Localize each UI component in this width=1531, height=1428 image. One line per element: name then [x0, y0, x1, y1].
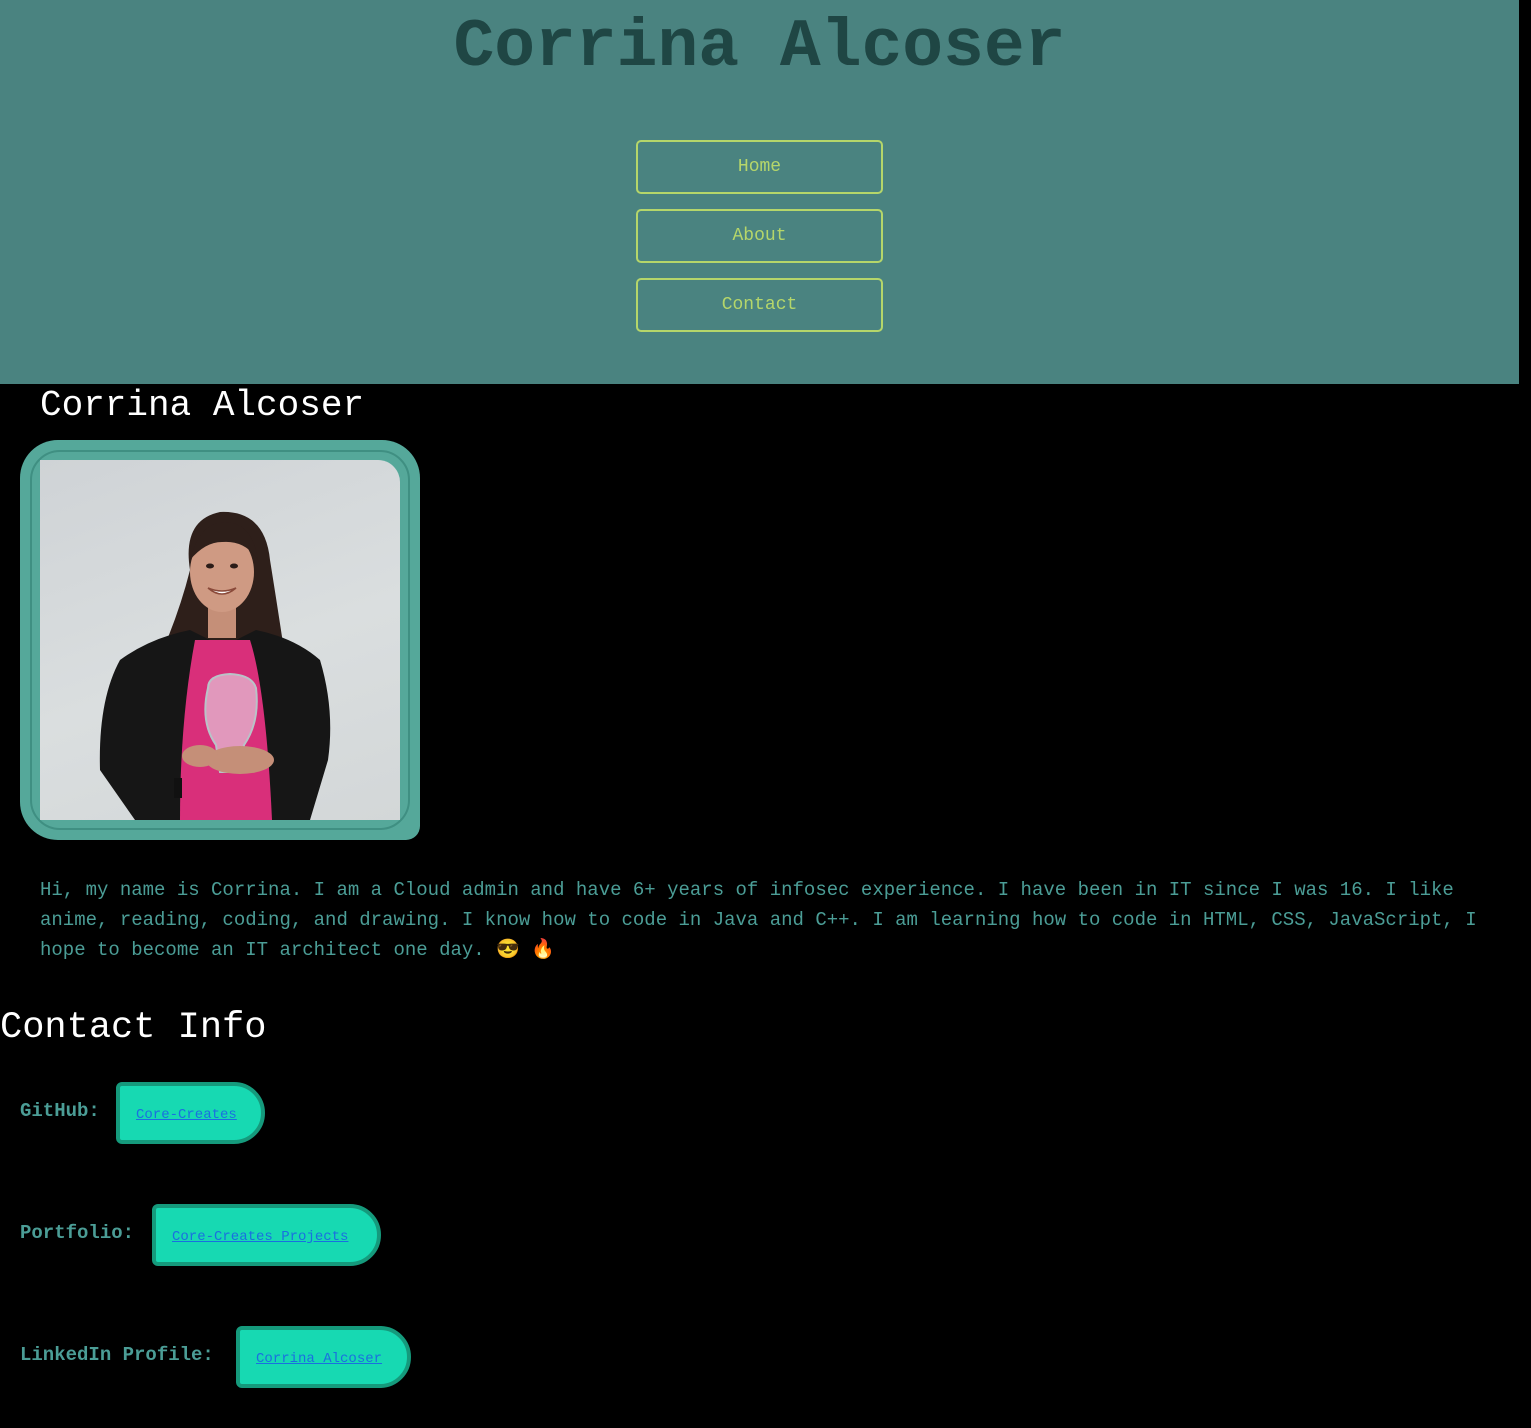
linkedin-label: LinkedIn Profile:	[20, 1344, 214, 1366]
nav-contact-button[interactable]: Contact	[636, 278, 883, 332]
bio-paragraph: Hi, my name is Corrina. I am a Cloud adm…	[40, 879, 1477, 961]
profile-photo	[40, 460, 400, 820]
portfolio-link-pill[interactable]: Core-Creates Projects	[152, 1204, 381, 1266]
portfolio-label: Portfolio:	[20, 1222, 135, 1244]
site-title: Corrina Alcoser	[453, 9, 1066, 86]
contact-info-heading: Contact Info	[0, 1007, 267, 1049]
profile-photo-frame	[20, 440, 420, 840]
profile-name: Corrina Alcoser	[40, 385, 365, 426]
github-link[interactable]: Core-Creates	[136, 1107, 237, 1123]
linkedin-link-pill[interactable]: Corrina Alcoser	[236, 1326, 411, 1388]
site-header: Corrina Alcoser Home About Contact	[0, 0, 1519, 384]
nav-about-button[interactable]: About	[636, 209, 883, 263]
github-link-pill[interactable]: Core-Creates	[116, 1082, 265, 1144]
github-label: GitHub:	[20, 1100, 100, 1122]
person-illustration	[99, 511, 331, 820]
portfolio-link[interactable]: Core-Creates Projects	[172, 1229, 348, 1245]
nav-home-button[interactable]: Home	[636, 140, 883, 194]
linkedin-link[interactable]: Corrina Alcoser	[256, 1351, 382, 1367]
